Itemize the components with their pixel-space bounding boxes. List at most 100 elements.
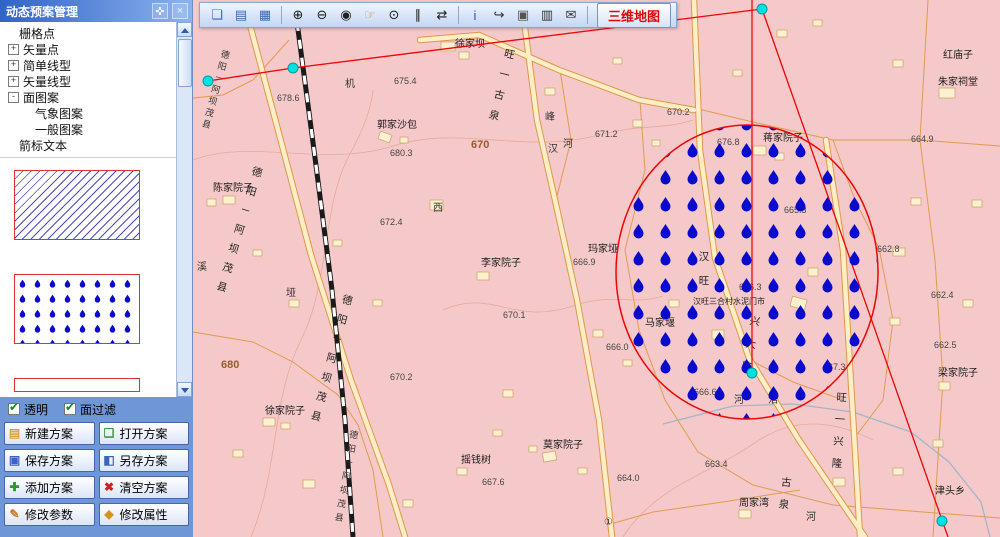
checkbox-box[interactable]: ✔ [8,403,20,415]
expand-icon[interactable]: + [8,76,19,87]
map-label: 671.2 [595,129,618,139]
building [503,390,513,397]
info-icon[interactable]: i [464,4,486,26]
scroll-thumb[interactable] [178,39,192,87]
tree-item[interactable]: + 简单线型 [0,57,192,73]
save-plan-button[interactable]: ▣保存方案 [4,449,95,472]
map-label: 西 [433,203,443,214]
tree-item[interactable]: 气象图案 [0,105,192,121]
toolbar-separator [458,6,459,24]
export-icon[interactable]: ↪ [488,4,510,26]
partial-pattern-swatch[interactable] [14,378,140,392]
tree-item-label: 一般图案 [35,121,83,138]
zoom-out-icon[interactable]: ⊖ [311,4,333,26]
check-icon: ✔ [65,400,75,414]
map-label: 662.8 [877,244,900,254]
vertex-handle[interactable] [937,516,947,526]
vertex-handle[interactable] [203,76,213,86]
transparent-checkbox[interactable]: ✔ 透明 [8,401,48,418]
pan-hand-icon[interactable]: ☞ [359,4,381,26]
zoom-select-icon[interactable]: ⊙ [383,4,405,26]
tree-item-label: 栅格点 [19,25,55,42]
vertex-handle[interactable] [747,368,757,378]
open-plan-icon: ❏ [102,426,117,441]
tree-item[interactable]: 一般图案 [0,121,192,137]
plan-button-grid: ▤新建方案❏打开方案▣保存方案◧另存方案✚添加方案✖清空方案✎修改参数◆修改属性 [2,422,191,526]
map-label: 667.6 [482,477,505,487]
panel-scrollbar[interactable] [176,22,192,397]
map-label: 徐家坝 [455,37,485,50]
building [939,88,955,98]
snapshot-icon[interactable]: ▣ [512,4,534,26]
building [777,30,787,37]
tree-item[interactable]: -面图案 [0,89,192,105]
button-label: 新建方案 [25,425,73,442]
add-plan-button[interactable]: ✚添加方案 [4,476,95,499]
modify-params-button[interactable]: ✎修改参数 [4,503,95,526]
building [833,478,845,486]
hatch-pattern-swatch[interactable] [14,170,140,240]
building [400,137,408,143]
pattern-type-tree: 栅格点+矢量点+简单线型+矢量线型-面图案气象图案一般图案箭标文本 [0,22,192,158]
building [263,418,275,426]
map-label: 垭 [286,286,296,299]
map-label: 机 [345,77,355,90]
button-label: 修改属性 [120,506,168,523]
modify-props-button[interactable]: ◆修改属性 [99,503,190,526]
map-label: 670.2 [667,107,690,117]
checkbox-box[interactable]: ✔ [64,403,76,415]
map-area: 徐家坝红庙子朱家祠堂郭家沙包蒋家院子陈家院子李家院子玛家垭汉旺三合村水泥门市马家… [193,0,1000,537]
building [613,58,622,64]
new-plan-button[interactable]: ▤新建方案 [4,422,95,445]
expand-icon[interactable]: + [8,44,19,55]
tree-item[interactable]: + 矢量线型 [0,73,192,89]
tree-item[interactable]: 箭标文本 [0,137,192,153]
building [813,20,822,26]
grid-icon[interactable]: ▦ [254,4,276,26]
open-plan-button[interactable]: ❏打开方案 [99,422,190,445]
clear-plan-icon: ✖ [102,480,117,495]
building [890,318,900,325]
droplet-pattern-swatch[interactable] [14,274,140,344]
map-preview-icon[interactable]: ▤ [230,4,252,26]
map-canvas[interactable]: 徐家坝红庙子朱家祠堂郭家沙包蒋家院子陈家院子李家院子玛家垭汉旺三合村水泥门市马家… [193,0,1000,537]
pattern-preview-list [0,158,192,397]
map-label: 徐家院子 [265,404,305,417]
map-label: 662.4 [931,290,954,300]
map-label: 莫家院子 [543,438,583,451]
zoom-in-icon[interactable]: ⊕ [287,4,309,26]
map-toolbar: ❏▤▦ ⊕⊖◉☞⊙∥⇄ i↪▣▥✉ 三维地图 [199,2,677,28]
building [972,200,982,207]
building [373,300,382,306]
scroll-up-button[interactable] [177,22,192,37]
mail-icon[interactable]: ✉ [560,4,582,26]
pause-icon[interactable]: ∥ [407,4,429,26]
save-as-plan-button[interactable]: ◧另存方案 [99,449,190,472]
vertex-handle[interactable] [757,4,767,14]
fit-extent-icon[interactable]: ◉ [335,4,357,26]
pin-icon[interactable]: ✜ [152,3,168,19]
building [493,430,502,436]
surface-filter-checkbox[interactable]: ✔面过滤 [64,401,116,418]
tree-item-label: 矢量线型 [23,73,71,90]
close-icon[interactable]: × [172,3,188,19]
map-label: 670 [471,139,489,151]
panel-titlebar[interactable]: 动态预案管理 ✜ × [0,0,192,22]
checkbox-label: 透明 [24,401,48,418]
map-layers-icon[interactable]: ❏ [206,4,228,26]
building [623,360,632,366]
refresh-icon[interactable]: ⇄ [431,4,453,26]
collapse-icon[interactable]: - [8,92,19,103]
tree-item-label: 简单线型 [23,57,71,74]
map-label: 峰 [545,111,555,123]
check-icon: ✔ [9,400,19,414]
clear-plan-button[interactable]: ✖清空方案 [99,476,190,499]
map-3d-button[interactable]: 三维地图 [597,3,671,28]
vertex-handle[interactable] [288,63,298,73]
print-icon[interactable]: ▥ [536,4,558,26]
tree-item[interactable]: 栅格点 [0,25,192,41]
tree-item[interactable]: +矢量点 [0,41,192,57]
scroll-down-button[interactable] [177,382,192,397]
building [545,88,555,95]
expand-icon[interactable]: + [8,60,19,71]
